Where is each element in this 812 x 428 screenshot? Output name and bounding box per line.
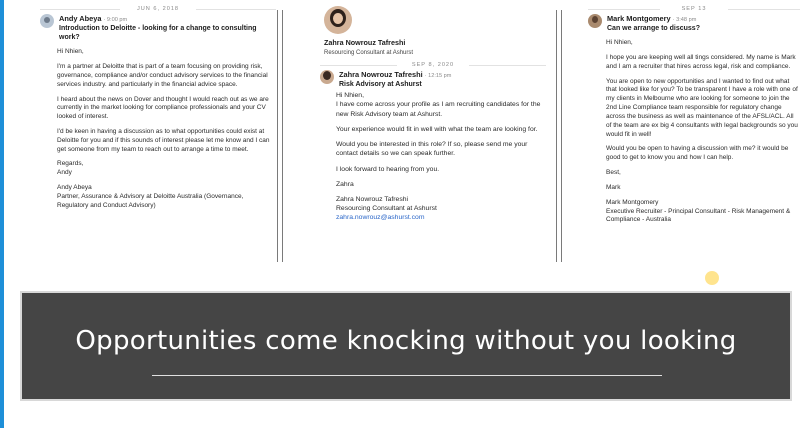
message-time: · 9:00 pm (103, 17, 128, 23)
message-time: · 3:48 pm (672, 17, 697, 23)
profile-photo (324, 6, 352, 34)
sender-name-text: Andy Abeya (59, 14, 102, 23)
message-header: Mark Montgomery · 3:48 pm Can we arrange… (588, 14, 800, 33)
body-paragraph: Mark (606, 183, 621, 191)
message-time: · 12:15 pm (424, 73, 452, 79)
body-paragraph: Zahra (336, 180, 354, 188)
body-paragraph: Hi Nhien, (606, 39, 633, 47)
panel-divider (277, 10, 283, 262)
sender-name: Mark Montgomery · 3:48 pm (607, 14, 700, 23)
body-paragraph: Your experience would fit in well with w… (336, 125, 538, 133)
cursor-highlight (705, 271, 719, 285)
message-panel-zahra: Zahra Nowrouz Tafreshi Resourcing Consul… (320, 6, 547, 223)
body-paragraph: Hi Nhien, I have come across your profil… (336, 92, 541, 118)
signature: Andy Abeya Partner, Assurance & Advisory… (57, 184, 244, 209)
message-subject: Can we arrange to discuss? (607, 25, 700, 32)
message-subject: Risk Advisory at Ashurst (339, 81, 422, 88)
body-paragraph: Would you be open to having a discussion… (606, 145, 789, 162)
slide-banner: Opportunities come knocking without you … (20, 291, 792, 401)
sender-name-text: Mark Montgomery (607, 14, 671, 23)
body-paragraph: Hi Nhien, (57, 48, 84, 56)
email-link[interactable]: zahra.nowrouz@ashurst.com (336, 213, 546, 222)
banner-underline (152, 375, 662, 376)
profile-title: Resourcing Consultant at Ashurst (324, 50, 414, 56)
body-paragraph: Would you be interested in this role? If… (336, 141, 528, 158)
avatar (320, 70, 334, 84)
message-date: SEP 8, 2020 (320, 62, 547, 68)
message-header: Zahra Nowrouz Tafreshi · 12:15 pm Risk A… (320, 70, 546, 89)
message-date: SEP 13 (588, 6, 801, 12)
message-panel-andy: JUN 6, 2018 Andy Abeya · 9:00 pm Introdu… (40, 6, 277, 217)
sender-name-text: Zahra Nowrouz Tafreshi (339, 70, 423, 79)
message-panel-mark: SEP 13 Mark Montgomery · 3:48 pm Can we … (588, 6, 801, 231)
slide-frame-edge (0, 0, 4, 428)
body-paragraph: You are open to new opportunities and I … (606, 77, 798, 138)
body-paragraph: I heard about the news on Dover and thou… (57, 95, 269, 121)
banner-title: Opportunities come knocking without you … (75, 326, 737, 356)
avatar (588, 14, 602, 28)
message-body: Hi Nhien, I hope you are keeping well al… (606, 39, 800, 225)
signature: Zahra Nowrouz Tafreshi Resourcing Consul… (336, 195, 437, 213)
panel-divider (556, 10, 562, 262)
sender-name: Zahra Nowrouz Tafreshi · 12:15 pm (339, 70, 451, 79)
signature: Mark Montgomery Executive Recruiter - Pr… (606, 198, 791, 224)
message-date: JUN 6, 2018 (40, 6, 277, 12)
sender-name: Andy Abeya · 9:00 pm (59, 14, 276, 23)
avatar (40, 14, 54, 28)
body-paragraph: I look forward to hearing from you. (336, 165, 440, 173)
message-subject: Introduction to Deloitte - looking for a… (59, 25, 257, 42)
message-body: Hi Nhien, I'm a partner at Deloitte that… (57, 48, 276, 210)
profile-card: Zahra Nowrouz Tafreshi Resourcing Consul… (324, 6, 546, 56)
message-header: Andy Abeya · 9:00 pm Introduction to Del… (40, 14, 276, 42)
profile-name: Zahra Nowrouz Tafreshi (324, 38, 406, 47)
body-paragraph: I'd be keen in having a discussion as to… (57, 127, 270, 153)
body-paragraph: I'm a partner at Deloitte that is part o… (57, 63, 268, 88)
body-paragraph: Best, (606, 169, 621, 177)
body-paragraph: Regards, Andy (57, 160, 84, 177)
body-paragraph: I hope you are keeping well all tings co… (606, 53, 796, 70)
message-body: Hi Nhien, I have come across your profil… (336, 91, 546, 223)
